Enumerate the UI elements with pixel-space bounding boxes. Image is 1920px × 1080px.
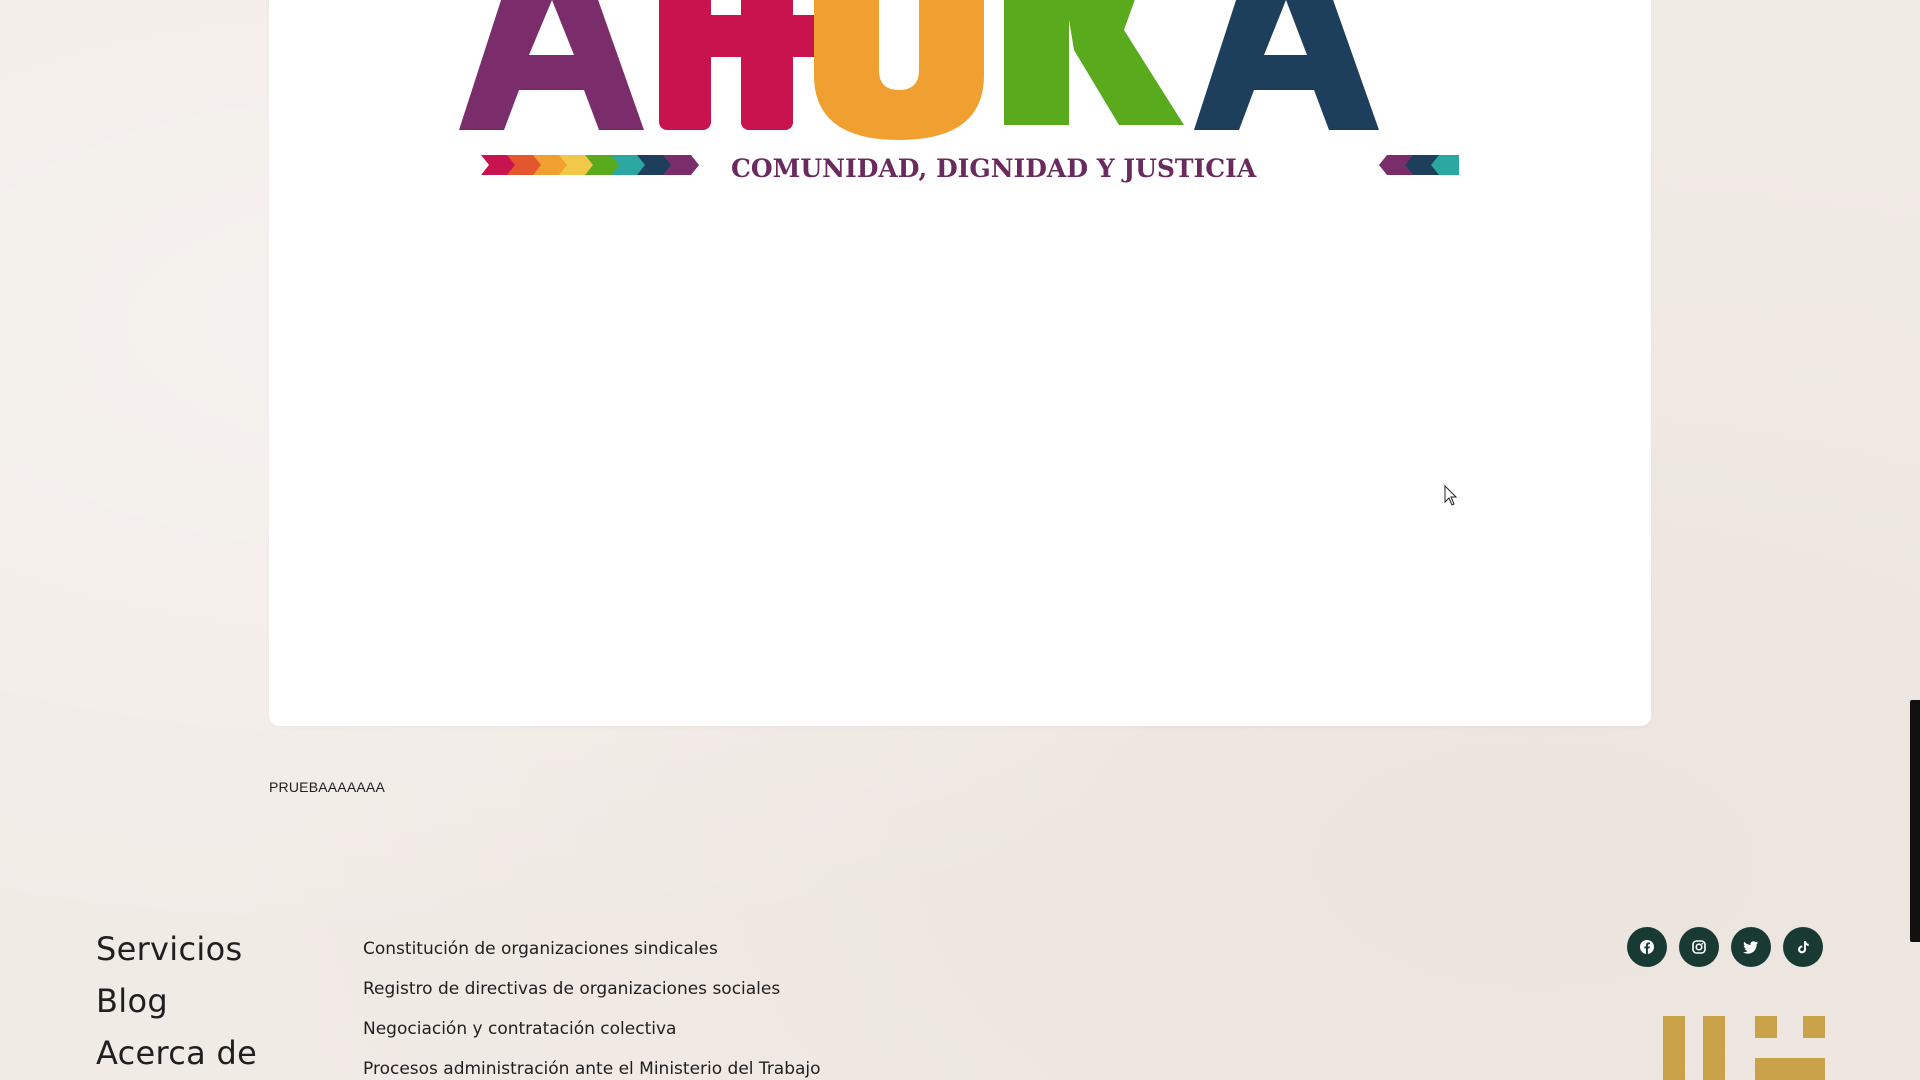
footer-nav: Servicios Blog Acerca de [96, 923, 257, 1079]
facebook-icon [1640, 940, 1654, 954]
footer-services-list: Constitución de organizaciones sindicale… [363, 929, 821, 1080]
social-links [1627, 927, 1823, 967]
logo-right-band [1379, 155, 1459, 175]
page-scrollbar[interactable] [1910, 700, 1920, 942]
footer-nav-blog[interactable]: Blog [96, 975, 257, 1027]
twitter-icon [1743, 941, 1758, 954]
footer-nav-servicios[interactable]: Servicios [96, 923, 257, 975]
service-link-registro[interactable]: Registro de directivas de organizaciones… [363, 969, 821, 1009]
scrollbar-thumb[interactable] [1910, 700, 1920, 942]
logo-letter-o [814, 0, 984, 140]
facebook-button[interactable] [1627, 927, 1667, 967]
logo-left-band [481, 155, 699, 175]
mouse-cursor-icon [1444, 485, 1458, 506]
logo-letter-a-right [1194, 0, 1379, 130]
instagram-button[interactable] [1679, 927, 1719, 967]
footer-nav-acerca-de[interactable]: Acerca de [96, 1027, 257, 1079]
tiktok-icon [1798, 941, 1809, 954]
logo-letter-r [1004, 0, 1184, 125]
service-link-procesos[interactable]: Procesos administración ante el Minister… [363, 1049, 821, 1080]
twitter-button[interactable] [1731, 927, 1771, 967]
logo-slogan: COMUNIDAD, DIGNIDAD Y JUSTICIA [731, 154, 1257, 183]
service-link-constitucion[interactable]: Constitución de organizaciones sindicale… [363, 929, 821, 969]
logo-letter-a-left [459, 0, 644, 130]
content-card: COMUNIDAD, DIGNIDAD Y JUSTICIA [269, 0, 1651, 726]
logo-letter-h [659, 0, 829, 130]
test-text: PRUEBAAAAAAA [269, 779, 385, 795]
tiktok-button[interactable] [1783, 927, 1823, 967]
service-link-negociacion[interactable]: Negociación y contratación colectiva [363, 1009, 821, 1049]
page: COMUNIDAD, DIGNIDAD Y JUSTICIA PRUEBAAAA… [0, 0, 1920, 1080]
brand-logo-mark [1663, 1016, 1825, 1080]
instagram-icon [1692, 940, 1706, 954]
